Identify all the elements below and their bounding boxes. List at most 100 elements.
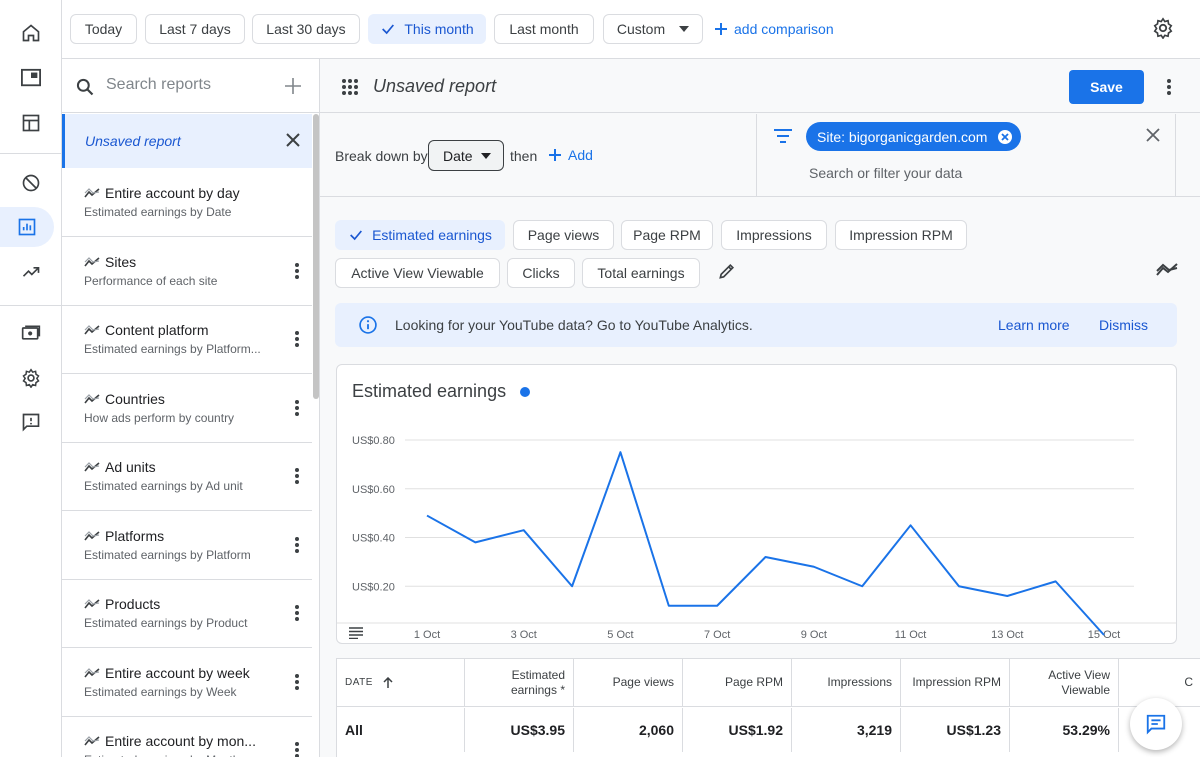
- optimization-icon[interactable]: [8, 252, 54, 292]
- report-list-item[interactable]: Countries How ads perform by country: [62, 375, 312, 443]
- chart-legend-toggle-icon[interactable]: [348, 627, 364, 639]
- metric-page-views-chip[interactable]: Page views: [513, 220, 614, 250]
- feedback-chat-button[interactable]: [1130, 698, 1182, 750]
- sidebar-scrollbar[interactable]: [313, 114, 319, 399]
- more-vert-icon[interactable]: [294, 673, 300, 696]
- site-filter-chip[interactable]: Site: bigorganicgarden.com: [806, 122, 1022, 151]
- home-icon[interactable]: [8, 13, 54, 53]
- report-list-item[interactable]: Entire account by mon... Estimated earnin…: [62, 717, 312, 757]
- impressions-column-header[interactable]: Impressions: [792, 659, 901, 707]
- filter-list-icon[interactable]: [774, 129, 792, 143]
- metric-label: Estimated earnings: [372, 227, 492, 243]
- more-vert-icon[interactable]: [294, 262, 300, 285]
- report-title: Unsaved report: [373, 76, 497, 96]
- more-vert-icon[interactable]: [294, 536, 300, 559]
- x-tick-label: 3 Oct: [511, 629, 537, 641]
- feedback-icon[interactable]: [8, 402, 54, 442]
- breakdown-label: Break down by: [335, 148, 428, 164]
- add-breakdown-button[interactable]: Add: [548, 147, 593, 163]
- active-view-column-header[interactable]: Active View Viewable: [1010, 659, 1119, 707]
- more-vert-icon[interactable]: [294, 399, 300, 422]
- report-title-text: Entire account by mon...: [105, 733, 256, 749]
- ads-icon[interactable]: [8, 58, 54, 98]
- apps-grid-icon[interactable]: [341, 78, 359, 96]
- last-month-chip[interactable]: Last month: [494, 14, 594, 44]
- close-icon[interactable]: [1145, 127, 1161, 143]
- chart-type-icon[interactable]: [1156, 262, 1178, 278]
- last-30-days-chip[interactable]: Last 30 days: [252, 14, 360, 44]
- reports-icon[interactable]: [0, 207, 54, 247]
- header-label: Page views: [612, 675, 674, 689]
- more-vert-icon[interactable]: [294, 330, 300, 353]
- close-icon[interactable]: [284, 131, 302, 149]
- date-header-label: DATE: [345, 677, 373, 688]
- metric-total-earnings-chip[interactable]: Total earnings: [582, 258, 700, 288]
- add-comparison-button[interactable]: add comparison: [714, 14, 834, 44]
- more-vert-icon[interactable]: [1166, 78, 1172, 96]
- info-icon: [359, 316, 377, 334]
- report-list-item[interactable]: Entire account by day Estimated earnings …: [62, 169, 312, 237]
- header-label: Estimated earnings *: [510, 667, 565, 697]
- metric-label: Clicks: [522, 265, 560, 281]
- metric-active-view-chip[interactable]: Active View Viewable: [335, 258, 500, 288]
- this-month-chip[interactable]: This month: [368, 14, 486, 44]
- last-7-days-chip[interactable]: Last 7 days: [145, 14, 245, 44]
- report-search[interactable]: Search reports: [62, 59, 319, 113]
- new-report-plus-icon[interactable]: [284, 77, 302, 95]
- filter-panel: Site: bigorganicgarden.com Search or fil…: [756, 114, 1176, 197]
- sites-icon[interactable]: [8, 103, 54, 143]
- report-list-item[interactable]: Products Estimated earnings by Product: [62, 580, 312, 648]
- metric-impressions-chip[interactable]: Impressions: [721, 220, 827, 250]
- filter-search-placeholder[interactable]: Search or filter your data: [809, 165, 962, 181]
- add-comparison-label: add comparison: [734, 21, 834, 37]
- page-views-column-header[interactable]: Page views: [574, 659, 683, 707]
- metric-label: Active View Viewable: [351, 265, 484, 281]
- metric-page-rpm-chip[interactable]: Page RPM: [621, 220, 713, 250]
- add-breakdown-label: Add: [568, 147, 593, 163]
- metric-label: Total earnings: [597, 265, 685, 281]
- date-column-header[interactable]: DATE: [337, 659, 465, 707]
- today-chip[interactable]: Today: [70, 14, 137, 44]
- settings-icon[interactable]: [8, 358, 54, 398]
- metric-estimated-earnings-chip[interactable]: Estimated earnings: [335, 220, 505, 250]
- report-list-item[interactable]: Entire account by week Estimated earnings…: [62, 649, 312, 717]
- page-rpm-column-header[interactable]: Page RPM: [683, 659, 792, 707]
- report-list-item[interactable]: Platforms Estimated earnings by Platform: [62, 512, 312, 580]
- edit-metrics-pencil-icon[interactable]: [717, 261, 737, 281]
- metric-impression-rpm-chip[interactable]: Impression RPM: [835, 220, 967, 250]
- report-list-item[interactable]: Content platform Estimated earnings by Pl…: [62, 306, 312, 374]
- learn-more-link[interactable]: Learn more: [998, 317, 1070, 333]
- report-item-title: Platforms: [84, 528, 164, 544]
- report-item-title: Ad units: [84, 459, 156, 475]
- report-title-text: Countries: [105, 390, 165, 407]
- remove-filter-icon[interactable]: [997, 129, 1013, 145]
- more-vert-icon[interactable]: [294, 741, 300, 757]
- total-row-label: All: [337, 708, 465, 752]
- last-7-days-label: Last 7 days: [159, 21, 231, 37]
- rail-divider: [0, 305, 62, 306]
- breakdown-dimension-select[interactable]: Date: [428, 140, 504, 171]
- report-list-item[interactable]: Sites Performance of each site: [62, 238, 312, 306]
- report-settings-gear-icon[interactable]: [1152, 17, 1174, 44]
- blocking-controls-icon[interactable]: [8, 163, 54, 203]
- metric-clicks-chip[interactable]: Clicks: [507, 258, 575, 288]
- x-tick-label: 11 Oct: [895, 629, 927, 641]
- x-tick-label: 5 Oct: [607, 629, 633, 641]
- report-list-item[interactable]: Ad units Estimated earnings by Ad unit: [62, 443, 312, 511]
- dropdown-arrow-icon: [679, 26, 690, 32]
- current-report-item[interactable]: Unsaved report: [62, 114, 312, 168]
- more-vert-icon[interactable]: [294, 467, 300, 490]
- report-item-title: Entire account by mon...: [84, 733, 256, 749]
- report-main: Unsaved report Save Break down by Date t…: [320, 58, 1200, 757]
- search-icon: [76, 78, 94, 96]
- payments-icon[interactable]: [8, 313, 54, 353]
- est-earnings-column-header[interactable]: Estimated earnings *: [465, 659, 574, 707]
- report-trend-icon: [84, 530, 100, 542]
- custom-range-dropdown[interactable]: Custom: [603, 14, 703, 44]
- current-report-title: Unsaved report: [85, 133, 181, 149]
- save-button[interactable]: Save: [1069, 70, 1144, 104]
- report-trend-icon: [84, 187, 100, 199]
- more-vert-icon[interactable]: [294, 604, 300, 627]
- impression-rpm-column-header[interactable]: Impression RPM: [901, 659, 1010, 707]
- dismiss-link[interactable]: Dismiss: [1099, 317, 1148, 333]
